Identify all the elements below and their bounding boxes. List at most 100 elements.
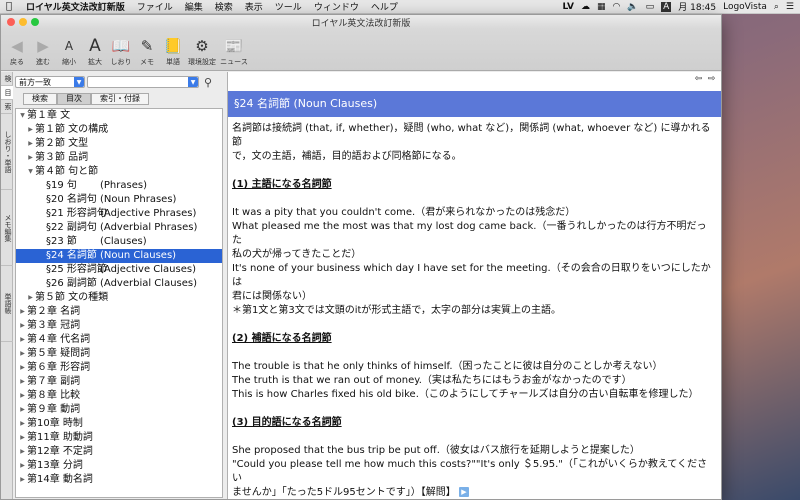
minimize-button[interactable] — [19, 18, 27, 26]
search-icon[interactable]: ⚲ — [201, 76, 215, 89]
vtab-contents[interactable]: 目 — [1, 86, 13, 100]
next-page-icon[interactable]: ⇨ — [706, 74, 717, 84]
panel-tabs: 検索 目次 索引・付録 — [23, 93, 223, 105]
tree-node-chapter[interactable]: ▶ 第９章 動詞 — [16, 403, 222, 417]
tree-node-chapter[interactable]: ▶ 第11章 助動詞 — [16, 431, 222, 445]
vtab-index[interactable]: 索 — [1, 100, 13, 114]
notification-icon[interactable]: ☰ — [786, 2, 794, 12]
disclosure-closed-icon[interactable]: ▶ — [18, 375, 27, 389]
menu-view[interactable]: 表示 — [245, 0, 263, 13]
disclosure-closed-icon[interactable]: ▶ — [26, 291, 35, 305]
disclosure-open-icon[interactable]: ▼ — [18, 109, 27, 123]
disclosure-closed-icon[interactable]: ▶ — [18, 361, 27, 375]
tree-node-chapter[interactable]: ▼ 第１章 文 — [16, 109, 222, 123]
shrink-font-button[interactable]: A 縮小 — [57, 37, 81, 67]
tree-node-chapter[interactable]: ▶ 第８章 比較 — [16, 389, 222, 403]
disclosure-closed-icon[interactable]: ▶ — [18, 319, 27, 333]
disclosure-closed-icon[interactable]: ▶ — [18, 347, 27, 361]
tab-search[interactable]: 検索 — [23, 93, 57, 105]
tree-node-chapter[interactable]: ▶ 第10章 時制 — [16, 417, 222, 431]
tree-node-chapter[interactable]: ▶ 第13章 分詞 — [16, 459, 222, 473]
grid-icon[interactable]: ▦ — [597, 2, 606, 12]
back-button[interactable]: ◀ 戻る — [5, 37, 29, 67]
vtab-wordbook[interactable]: 単語帳 — [1, 266, 13, 342]
tree-node-chapter[interactable]: ▶ 第12章 不定詞 — [16, 445, 222, 459]
disclosure-closed-icon[interactable]: ▶ — [18, 389, 27, 403]
example-line: It was a pity that you couldn't come.（君が… — [232, 207, 576, 218]
tree-node-section[interactable]: ▶ 第２節 文型 — [16, 137, 222, 151]
disclosure-closed-icon[interactable]: ▶ — [18, 431, 27, 445]
intro-line: 名詞節は接続詞 (that, if, whether)，疑問 (who, wha… — [232, 123, 711, 148]
disclosure-closed-icon[interactable]: ▶ — [18, 305, 27, 319]
disclosure-closed-icon[interactable]: ▶ — [18, 445, 27, 459]
menu-app[interactable]: ロイヤル英文法改訂新版 — [26, 0, 125, 13]
clock[interactable]: 月 18:45 — [678, 0, 716, 13]
user-name[interactable]: LogoVista — [723, 2, 767, 12]
tree-node-chapter[interactable]: ▶ 第４章 代名詞 — [16, 333, 222, 347]
cloud-icon[interactable]: ☁ — [581, 2, 590, 12]
lv-icon[interactable]: LV — [563, 2, 574, 12]
vtab-memo[interactable]: メモ編集 — [1, 190, 13, 266]
tree-leaf-selected[interactable]: §24 名詞節 (Noun Clauses) — [16, 249, 222, 263]
vtab-search[interactable]: 検 — [1, 72, 13, 86]
tree-leaf[interactable]: §19 句 (Phrases) — [16, 179, 222, 193]
tree-node-section[interactable]: ▼ 第４節 句と節 — [16, 165, 222, 179]
zoom-button[interactable] — [31, 18, 39, 26]
disclosure-closed-icon[interactable]: ▶ — [18, 473, 27, 487]
tree-node-section[interactable]: ▶ 第５節 文の種類 — [16, 291, 222, 305]
disclosure-open-icon[interactable]: ▼ — [26, 165, 35, 179]
tree-leaf[interactable]: §26 副詞節 (Adverbial Clauses) — [16, 277, 222, 291]
disclosure-closed-icon[interactable]: ▶ — [18, 403, 27, 417]
menu-help[interactable]: ヘルプ — [371, 0, 398, 13]
apple-icon[interactable]:  — [6, 1, 18, 12]
audio-play-icon[interactable]: ▶ — [458, 487, 469, 497]
disclosure-closed-icon[interactable]: ▶ — [18, 459, 27, 473]
close-button[interactable] — [7, 18, 15, 26]
disclosure-closed-icon[interactable]: ▶ — [26, 151, 35, 165]
wifi-icon[interactable]: ◠ — [613, 2, 621, 12]
forward-button[interactable]: ▶ 進む — [31, 37, 55, 67]
tree-leaf[interactable]: §23 節 (Clauses) — [16, 235, 222, 249]
spotlight-icon[interactable]: ⌕ — [774, 2, 779, 12]
memo-button[interactable]: ✎ メモ — [135, 37, 159, 67]
menu-edit[interactable]: 編集 — [185, 0, 203, 13]
tree-node-chapter[interactable]: ▶ 第６章 形容詞 — [16, 361, 222, 375]
news-icon: 📰 — [224, 37, 244, 55]
disclosure-closed-icon[interactable]: ▶ — [26, 123, 35, 137]
tree-leaf[interactable]: §22 副詞句 (Adverbial Phrases) — [16, 221, 222, 235]
disclosure-closed-icon[interactable]: ▶ — [18, 333, 27, 347]
words-button[interactable]: 📒 単語 — [161, 37, 185, 67]
example-line: She proposed that the bus trip be put of… — [232, 445, 640, 456]
menu-search[interactable]: 検索 — [215, 0, 233, 13]
tree-node-chapter[interactable]: ▶ 第２章 名詞 — [16, 305, 222, 319]
disclosure-closed-icon[interactable]: ▶ — [18, 417, 27, 431]
tree-node-chapter[interactable]: ▶ 第14章 動名詞 — [16, 473, 222, 487]
vtab-bookmarks[interactable]: しおり・単語 — [1, 114, 13, 190]
tree-leaf[interactable]: §20 名詞句 (Noun Phrases) — [16, 193, 222, 207]
enlarge-font-button[interactable]: A 拡大 — [83, 37, 107, 67]
search-input[interactable]: ▼ — [87, 76, 199, 88]
tree-node-section[interactable]: ▶ 第１節 文の構成 — [16, 123, 222, 137]
search-mode-select[interactable]: 前方一致 ▼ — [15, 76, 85, 88]
tree-node-chapter[interactable]: ▶ 第７章 副詞 — [16, 375, 222, 389]
battery-icon[interactable]: ▭ — [646, 2, 655, 12]
volume-icon[interactable]: 🔈 — [627, 2, 638, 12]
settings-button[interactable]: ⚙ 環境設定 — [187, 37, 217, 67]
menu-window[interactable]: ウィンドウ — [314, 0, 359, 13]
tab-index[interactable]: 索引・付録 — [91, 93, 149, 105]
gear-icon: ⚙ — [195, 37, 209, 55]
subheading: (1) 主語になる名詞節 — [232, 179, 332, 190]
news-button[interactable]: 📰 ニュース — [219, 37, 249, 67]
bookmark-button[interactable]: 📖 しおり — [109, 37, 133, 67]
menu-file[interactable]: ファイル — [137, 0, 173, 13]
tree-node-section[interactable]: ▶ 第３節 品詞 — [16, 151, 222, 165]
tree-node-chapter[interactable]: ▶ 第５章 疑問詞 — [16, 347, 222, 361]
menu-tools[interactable]: ツール — [275, 0, 302, 13]
prev-page-icon[interactable]: ⇦ — [693, 74, 704, 84]
tree-leaf[interactable]: §25 形容詞節 (Adjective Clauses) — [16, 263, 222, 277]
input-method-icon[interactable]: A — [661, 1, 672, 12]
tree-leaf[interactable]: §21 形容詞句 (Adjective Phrases) — [16, 207, 222, 221]
disclosure-closed-icon[interactable]: ▶ — [26, 137, 35, 151]
tab-contents[interactable]: 目次 — [57, 93, 91, 105]
tree-node-chapter[interactable]: ▶ 第３章 冠詞 — [16, 319, 222, 333]
